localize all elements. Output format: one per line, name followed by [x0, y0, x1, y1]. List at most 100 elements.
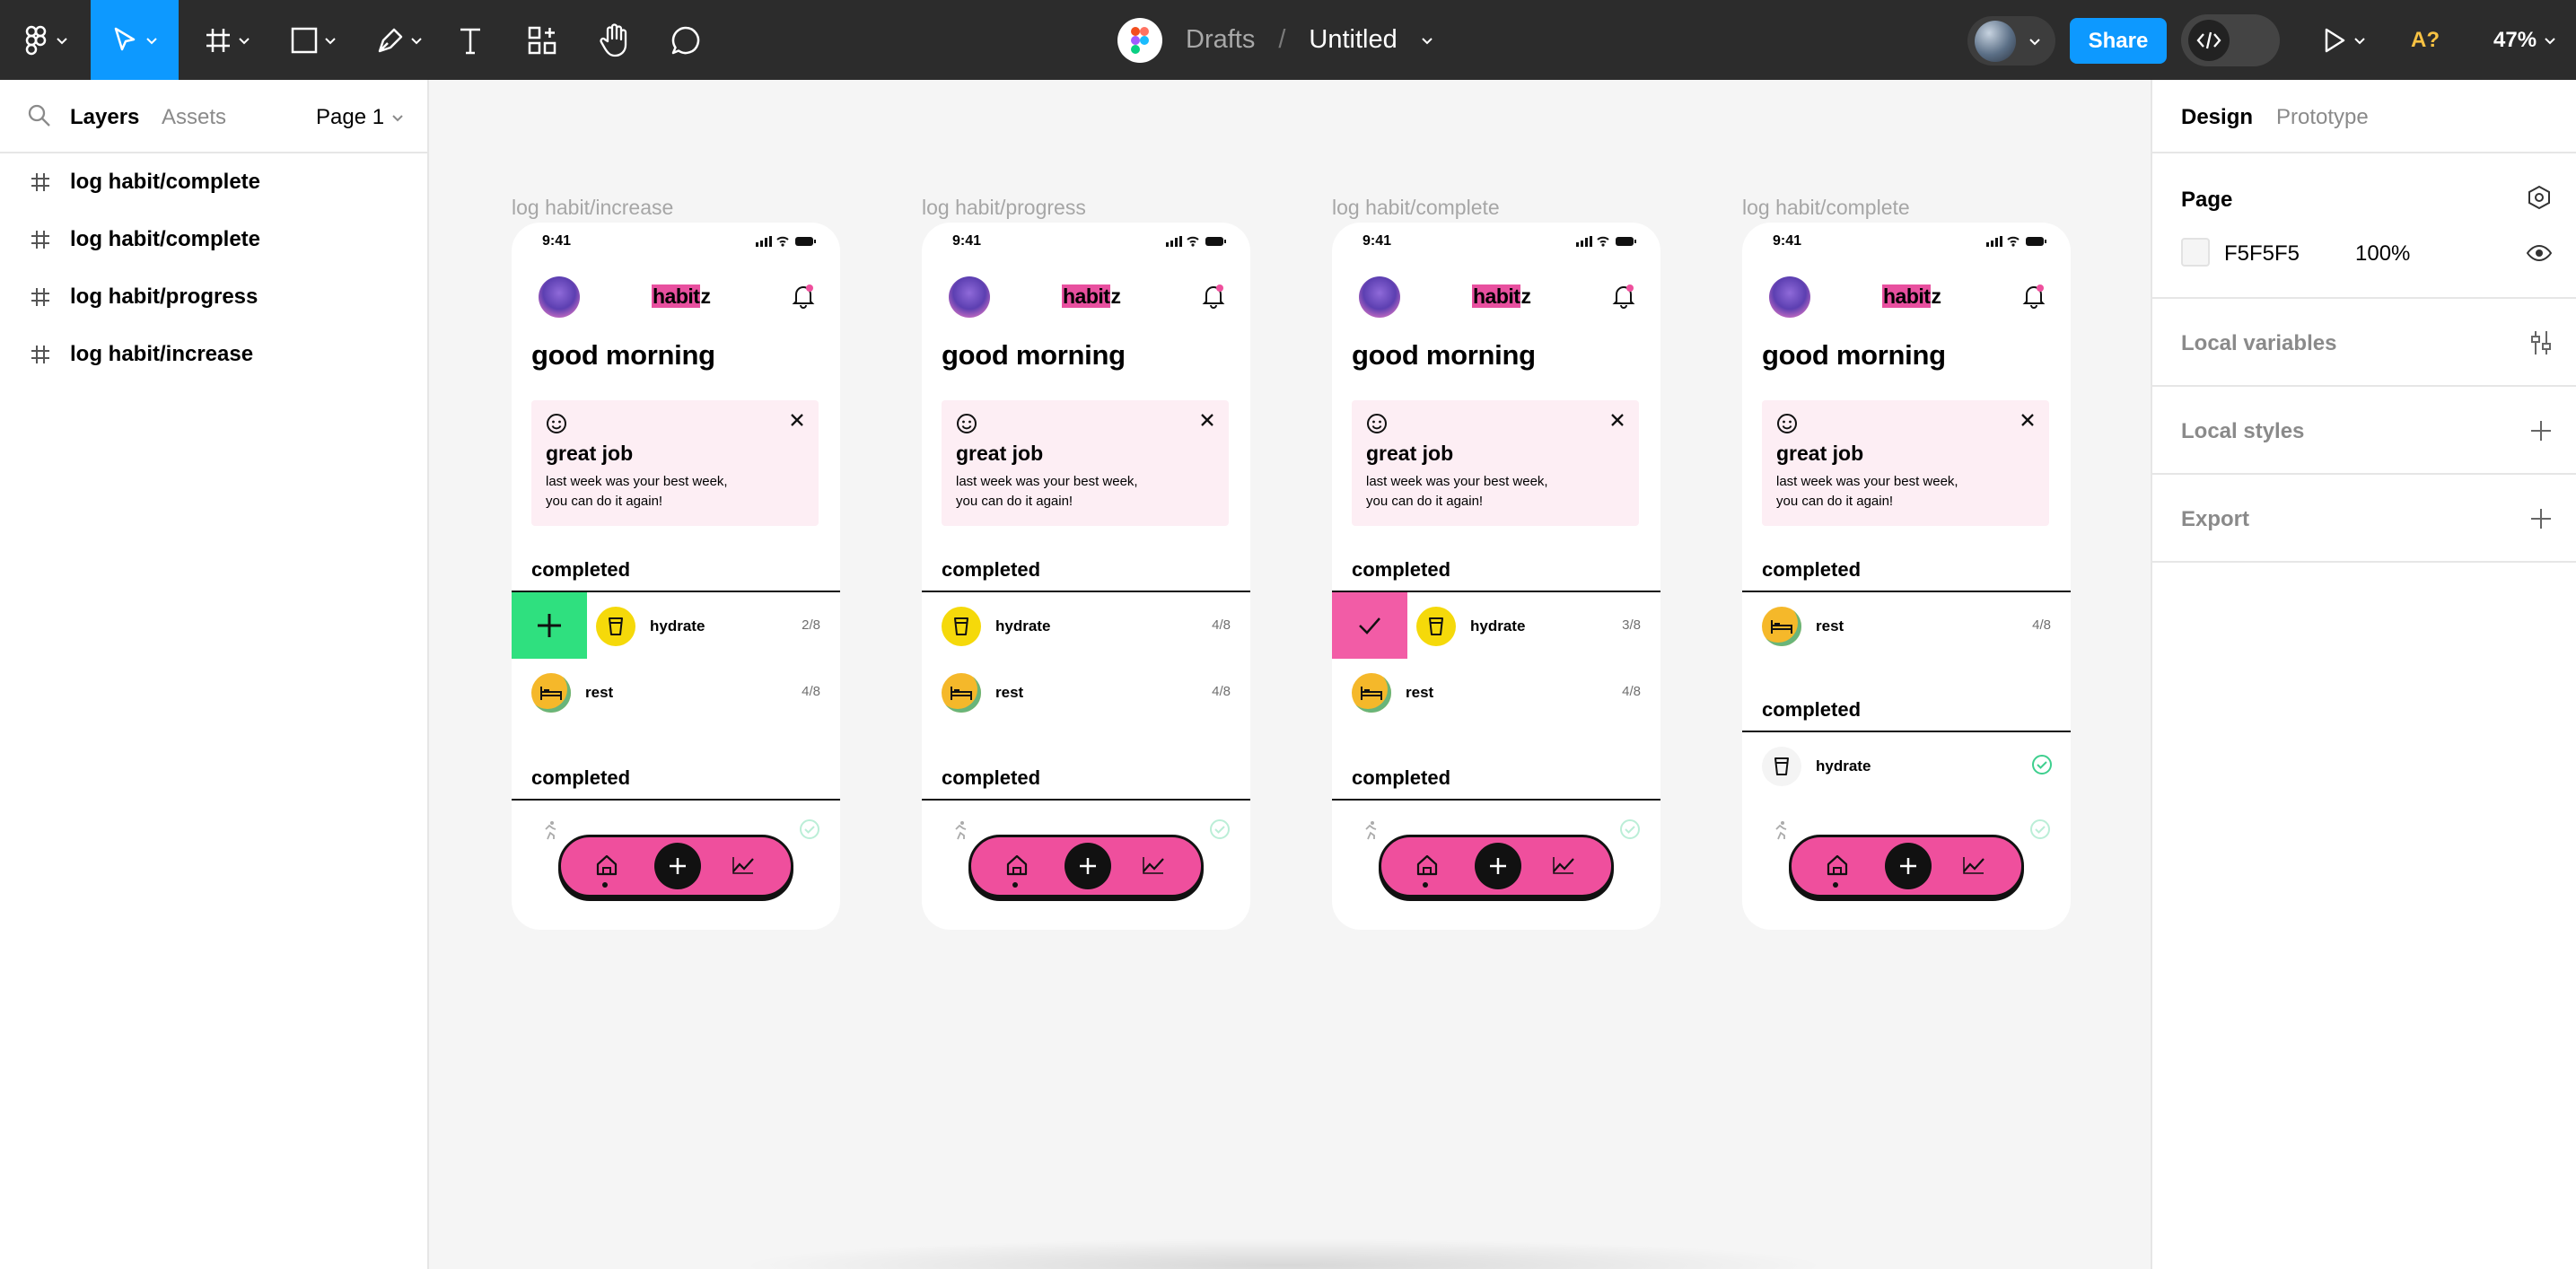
encouragement-card: great job last week was your best week, yo… — [531, 400, 819, 526]
close-icon[interactable] — [1608, 411, 1626, 429]
tab-assets[interactable]: Assets — [162, 105, 226, 130]
dev-mode-toggle[interactable] — [2181, 14, 2280, 66]
breadcrumb-separator: / — [1278, 25, 1286, 54]
section-title: completed — [1352, 766, 1451, 789]
home-icon[interactable] — [1826, 853, 1849, 877]
page-color-swatch[interactable] — [2181, 238, 2210, 267]
chart-icon[interactable] — [732, 855, 755, 875]
frame-label[interactable]: log habit/complete — [1332, 196, 1500, 220]
local-styles-section[interactable]: Local styles — [2152, 387, 2576, 475]
phone-frame[interactable]: 9:41 habitz good morning great job last week… — [512, 223, 840, 930]
add-habit-button[interactable] — [1475, 843, 1521, 889]
layer-row[interactable]: log habit/complete — [0, 211, 427, 268]
habit-row[interactable]: rest 4/8 — [922, 659, 1250, 725]
check-circle-icon — [1209, 818, 1231, 845]
complete-action[interactable] — [1332, 592, 1407, 659]
card-line: you can do it again! — [546, 494, 663, 509]
tab-design[interactable]: Design — [2181, 105, 2253, 130]
habit-row[interactable]: hydrate 2/8 — [512, 592, 840, 659]
bell-icon[interactable] — [2022, 284, 2046, 309]
phone-frame[interactable]: 9:41 habitz good morning great job last week… — [1332, 223, 1660, 930]
frame-tool-button[interactable] — [197, 0, 257, 80]
page-color-value[interactable]: F5F5F5 — [2224, 241, 2300, 267]
text-tool-button[interactable] — [452, 0, 488, 80]
search-icon[interactable] — [27, 103, 52, 128]
share-button[interactable]: Share — [2070, 18, 2167, 64]
frame-label[interactable]: log habit/increase — [512, 196, 673, 220]
tab-prototype[interactable]: Prototype — [2276, 105, 2369, 130]
bell-icon[interactable] — [1202, 284, 1225, 309]
home-icon[interactable] — [595, 853, 618, 877]
habit-row[interactable]: hydrate 4/8 — [922, 592, 1250, 659]
habit-row[interactable]: rest 4/8 — [512, 659, 840, 725]
comment-tool-button[interactable] — [668, 0, 704, 80]
frame-label[interactable]: log habit/complete — [1742, 196, 1910, 220]
add-habit-button[interactable] — [654, 843, 701, 889]
styles-icon[interactable] — [2526, 184, 2553, 211]
variables-icon[interactable] — [2529, 329, 2553, 356]
app-logo: habitz — [1882, 284, 1941, 309]
chart-icon[interactable] — [1142, 855, 1165, 875]
chevron-down-icon — [146, 37, 157, 44]
multiplayer-avatars[interactable] — [1967, 16, 2055, 66]
habit-row[interactable]: hydrate 3/8 — [1332, 592, 1660, 659]
frame-label[interactable]: log habit/progress — [922, 196, 1086, 220]
page-select[interactable]: Page 1 — [316, 105, 404, 130]
resources-button[interactable] — [524, 0, 560, 80]
section-title: completed — [1762, 558, 1862, 581]
shape-tool-button[interactable] — [284, 0, 343, 80]
tab-layers[interactable]: Layers — [70, 105, 139, 130]
habit-name: hydrate — [1470, 617, 1526, 634]
avatar[interactable] — [1359, 276, 1400, 318]
layer-row[interactable]: log habit/progress — [0, 268, 427, 326]
bell-icon[interactable] — [1612, 284, 1635, 309]
file-title[interactable]: Untitled — [1309, 25, 1397, 55]
plus-icon[interactable] — [2529, 507, 2553, 530]
layer-row[interactable]: log habit/increase — [0, 326, 427, 383]
smile-icon — [957, 414, 977, 433]
layer-row[interactable]: log habit/complete — [0, 153, 427, 211]
breadcrumb-drafts[interactable]: Drafts — [1186, 25, 1255, 55]
phone-frame[interactable]: 9:41 habitz good morning great job last week… — [922, 223, 1250, 930]
card-line: you can do it again! — [956, 494, 1073, 509]
habit-name: rest — [585, 684, 614, 701]
zoom-menu[interactable]: 47% — [2493, 0, 2556, 80]
present-button[interactable] — [2318, 0, 2371, 80]
chart-icon[interactable] — [1962, 855, 1985, 875]
frame-icon — [31, 288, 49, 306]
add-habit-button[interactable] — [1885, 843, 1932, 889]
increase-action[interactable] — [512, 592, 587, 659]
eye-icon[interactable] — [2526, 243, 2553, 263]
habit-row[interactable]: rest 4/8 — [1332, 659, 1660, 725]
local-variables-section[interactable]: Local variables — [2152, 299, 2576, 387]
habit-row[interactable]: rest 4/8 — [1742, 592, 2071, 659]
cup-icon — [1416, 607, 1456, 646]
phone-frame[interactable]: 9:41 habitz good morning great job last week… — [1742, 223, 2071, 930]
page-opacity-value[interactable]: 100% — [2355, 241, 2410, 267]
figma-menu-button[interactable] — [20, 0, 74, 80]
font-warning-button[interactable]: A? — [2411, 0, 2440, 80]
hand-tool-button[interactable] — [596, 0, 634, 80]
home-icon[interactable] — [1415, 853, 1439, 877]
plus-icon[interactable] — [2529, 419, 2553, 442]
close-icon[interactable] — [788, 411, 806, 429]
figma-file-icon — [1117, 17, 1162, 63]
page-select-label: Page 1 — [316, 105, 385, 129]
greeting: good morning — [1352, 339, 1536, 371]
bell-icon[interactable] — [792, 284, 815, 309]
add-habit-button[interactable] — [1065, 843, 1111, 889]
export-section[interactable]: Export — [2152, 475, 2576, 563]
close-icon[interactable] — [1198, 411, 1216, 429]
chevron-down-icon[interactable] — [1421, 36, 1433, 45]
chart-icon[interactable] — [1552, 855, 1575, 875]
home-icon[interactable] — [1005, 853, 1029, 877]
avatar[interactable] — [539, 276, 580, 318]
status-time: 9:41 — [542, 233, 572, 249]
layer-name: log habit/progress — [70, 284, 258, 309]
avatar[interactable] — [1769, 276, 1810, 318]
close-icon[interactable] — [2019, 411, 2037, 429]
move-tool-button[interactable] — [91, 0, 179, 80]
pen-tool-button[interactable] — [370, 0, 429, 80]
completed-row[interactable]: hydrate — [1742, 732, 2071, 799]
avatar[interactable] — [949, 276, 990, 318]
